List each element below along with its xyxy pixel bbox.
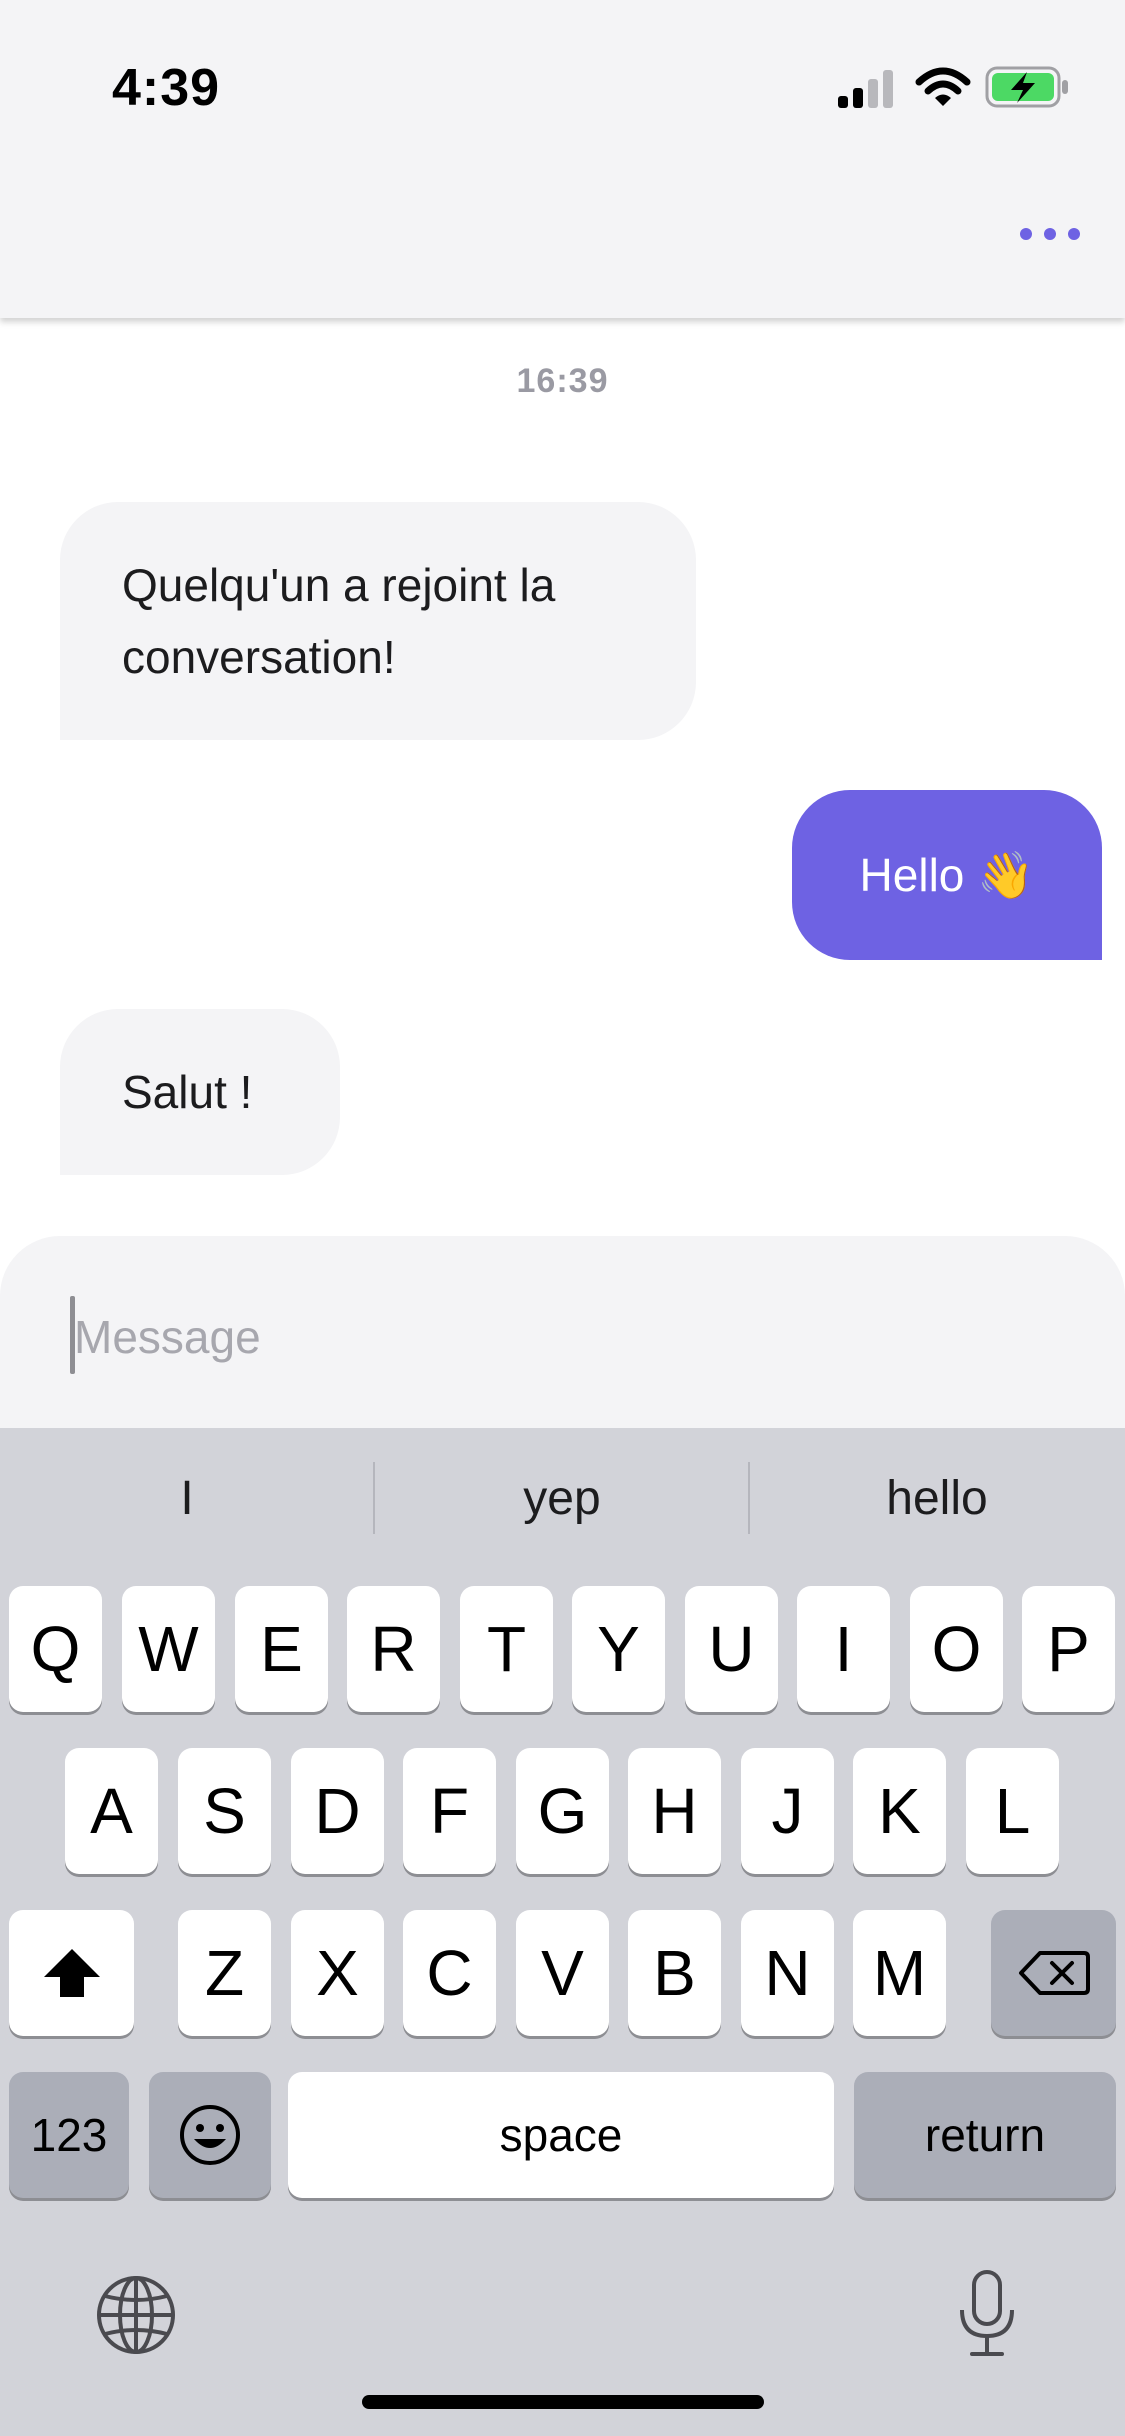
key-b[interactable]: B	[628, 1910, 721, 2036]
message-text: Salut !	[122, 1066, 253, 1118]
message-input[interactable]	[72, 1296, 1056, 1378]
shift-icon	[43, 1949, 100, 1997]
space-key[interactable]: space	[288, 2072, 834, 2198]
message-bubble-outgoing: Hello 👋	[792, 790, 1102, 960]
microphone-icon[interactable]	[956, 2270, 1018, 2363]
key-w[interactable]: W	[122, 1586, 215, 1712]
suggestion-bar: I yep hello	[0, 1458, 1125, 1538]
key-i[interactable]: I	[797, 1586, 890, 1712]
key-k[interactable]: K	[853, 1748, 946, 1874]
key-r[interactable]: R	[347, 1586, 440, 1712]
key-l[interactable]: L	[966, 1748, 1059, 1874]
home-indicator[interactable]	[362, 2395, 764, 2409]
key-y[interactable]: Y	[572, 1586, 665, 1712]
key-z[interactable]: Z	[178, 1910, 271, 2036]
header: 4:39	[0, 0, 1125, 318]
backspace-icon	[1018, 1951, 1090, 1995]
suggestion-item[interactable]: I	[0, 1458, 374, 1538]
key-q[interactable]: Q	[9, 1586, 102, 1712]
battery-charging-icon	[985, 66, 1071, 113]
key-j[interactable]: J	[741, 1748, 834, 1874]
key-m[interactable]: M	[853, 1910, 946, 2036]
key-c[interactable]: C	[403, 1910, 496, 2036]
message-bubble-incoming: Salut !	[60, 1009, 340, 1175]
key-o[interactable]: O	[910, 1586, 1003, 1712]
numbers-key[interactable]: 123	[9, 2072, 129, 2198]
chat-timestamp: 16:39	[516, 362, 609, 400]
message-bubble-incoming: Quelqu'un a rejoint la conversation!	[60, 502, 696, 740]
key-e[interactable]: E	[235, 1586, 328, 1712]
shift-key[interactable]	[9, 1910, 134, 2036]
key-p[interactable]: P	[1022, 1586, 1115, 1712]
globe-icon[interactable]	[95, 2274, 177, 2361]
message-text: Hello 👋	[859, 848, 1035, 901]
key-a[interactable]: A	[65, 1748, 158, 1874]
key-s[interactable]: S	[178, 1748, 271, 1874]
message-composer	[0, 1236, 1125, 1436]
key-x[interactable]: X	[291, 1910, 384, 2036]
emoji-key[interactable]	[149, 2072, 271, 2198]
suggestion-item[interactable]: hello	[750, 1458, 1124, 1538]
key-n[interactable]: N	[741, 1910, 834, 2036]
status-time: 4:39	[112, 59, 221, 117]
key-d[interactable]: D	[291, 1748, 384, 1874]
signal-icon	[838, 70, 898, 115]
return-key[interactable]: return	[854, 2072, 1116, 2198]
more-options-button[interactable]	[1020, 212, 1080, 256]
key-g[interactable]: G	[516, 1748, 609, 1874]
key-t[interactable]: T	[460, 1586, 553, 1712]
key-h[interactable]: H	[628, 1748, 721, 1874]
key-u[interactable]: U	[685, 1586, 778, 1712]
more-dots-icon	[1020, 228, 1032, 240]
suggestion-item[interactable]: yep	[375, 1458, 749, 1538]
message-text: Quelqu'un a rejoint la conversation!	[122, 559, 556, 683]
key-f[interactable]: F	[403, 1748, 496, 1874]
backspace-key[interactable]	[991, 1910, 1116, 2036]
key-v[interactable]: V	[516, 1910, 609, 2036]
wifi-icon	[915, 66, 971, 115]
emoji-icon	[180, 2105, 240, 2165]
keyboard: I yep hello Q W E R T Y U I O P A S D F …	[0, 1428, 1125, 2436]
